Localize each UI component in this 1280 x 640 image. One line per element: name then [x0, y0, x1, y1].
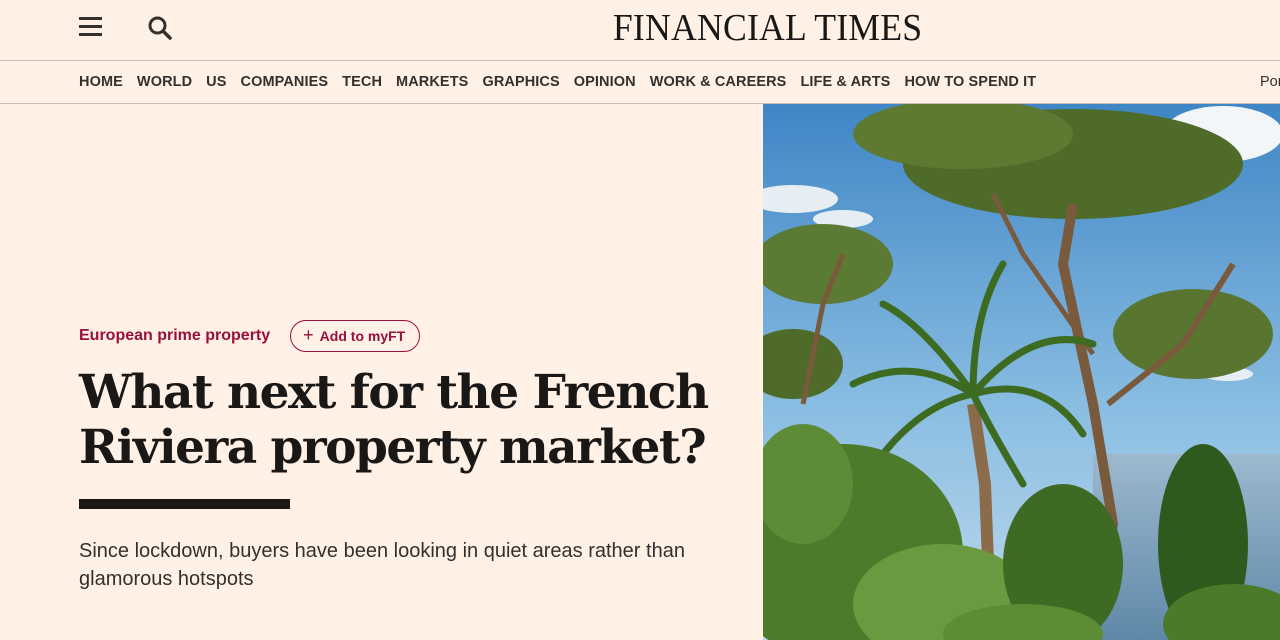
nav-item-companies[interactable]: COMPANIES [241, 74, 329, 90]
headline-line-2: Riviera property market? [79, 420, 707, 475]
add-to-myft-label: Add to myFT [319, 328, 406, 344]
nav-item-how-to-spend-it[interactable]: HOW TO SPEND IT [904, 74, 1036, 90]
article-standfirst: Since lockdown, buyers have been looking… [79, 537, 699, 593]
nav-item-opinion[interactable]: OPINION [574, 74, 636, 90]
main-navigation: HOME WORLD US COMPANIES TECH MARKETS GRA… [0, 61, 1280, 104]
nav-item-world[interactable]: WORLD [137, 74, 192, 90]
headline-line-1: What next for the French [79, 365, 709, 420]
add-to-myft-button[interactable]: + Add to myFT [290, 320, 421, 352]
headline-rule [79, 499, 290, 509]
nav-item-graphics[interactable]: GRAPHICS [482, 74, 559, 90]
nav-item-home[interactable]: HOME [79, 74, 123, 90]
topic-link[interactable]: European prime property [79, 327, 270, 345]
nav-item-overflow[interactable]: Por [1260, 74, 1280, 90]
nav-item-markets[interactable]: MARKETS [396, 74, 468, 90]
article-headline: What next for the French Riviera propert… [79, 365, 719, 475]
plus-icon: + [303, 325, 314, 345]
nav-item-us[interactable]: US [206, 74, 226, 90]
nav-item-life-arts[interactable]: LIFE & ARTS [800, 74, 890, 90]
article-topic-row: European prime property + Add to myFT [79, 320, 421, 352]
standfirst-line-1: Since lockdown, buyers have been looking… [79, 540, 685, 562]
nav-item-work-careers[interactable]: WORK & CAREERS [650, 74, 787, 90]
top-bar: FINANCIAL TIMES [0, 0, 1280, 61]
nav-item-tech[interactable]: TECH [342, 74, 382, 90]
standfirst-line-2: glamorous hotspots [79, 568, 254, 590]
masthead-logo[interactable]: FINANCIAL TIMES [0, 6, 1280, 50]
hero-image [763, 104, 1280, 640]
riviera-trees-photo [763, 104, 1280, 640]
